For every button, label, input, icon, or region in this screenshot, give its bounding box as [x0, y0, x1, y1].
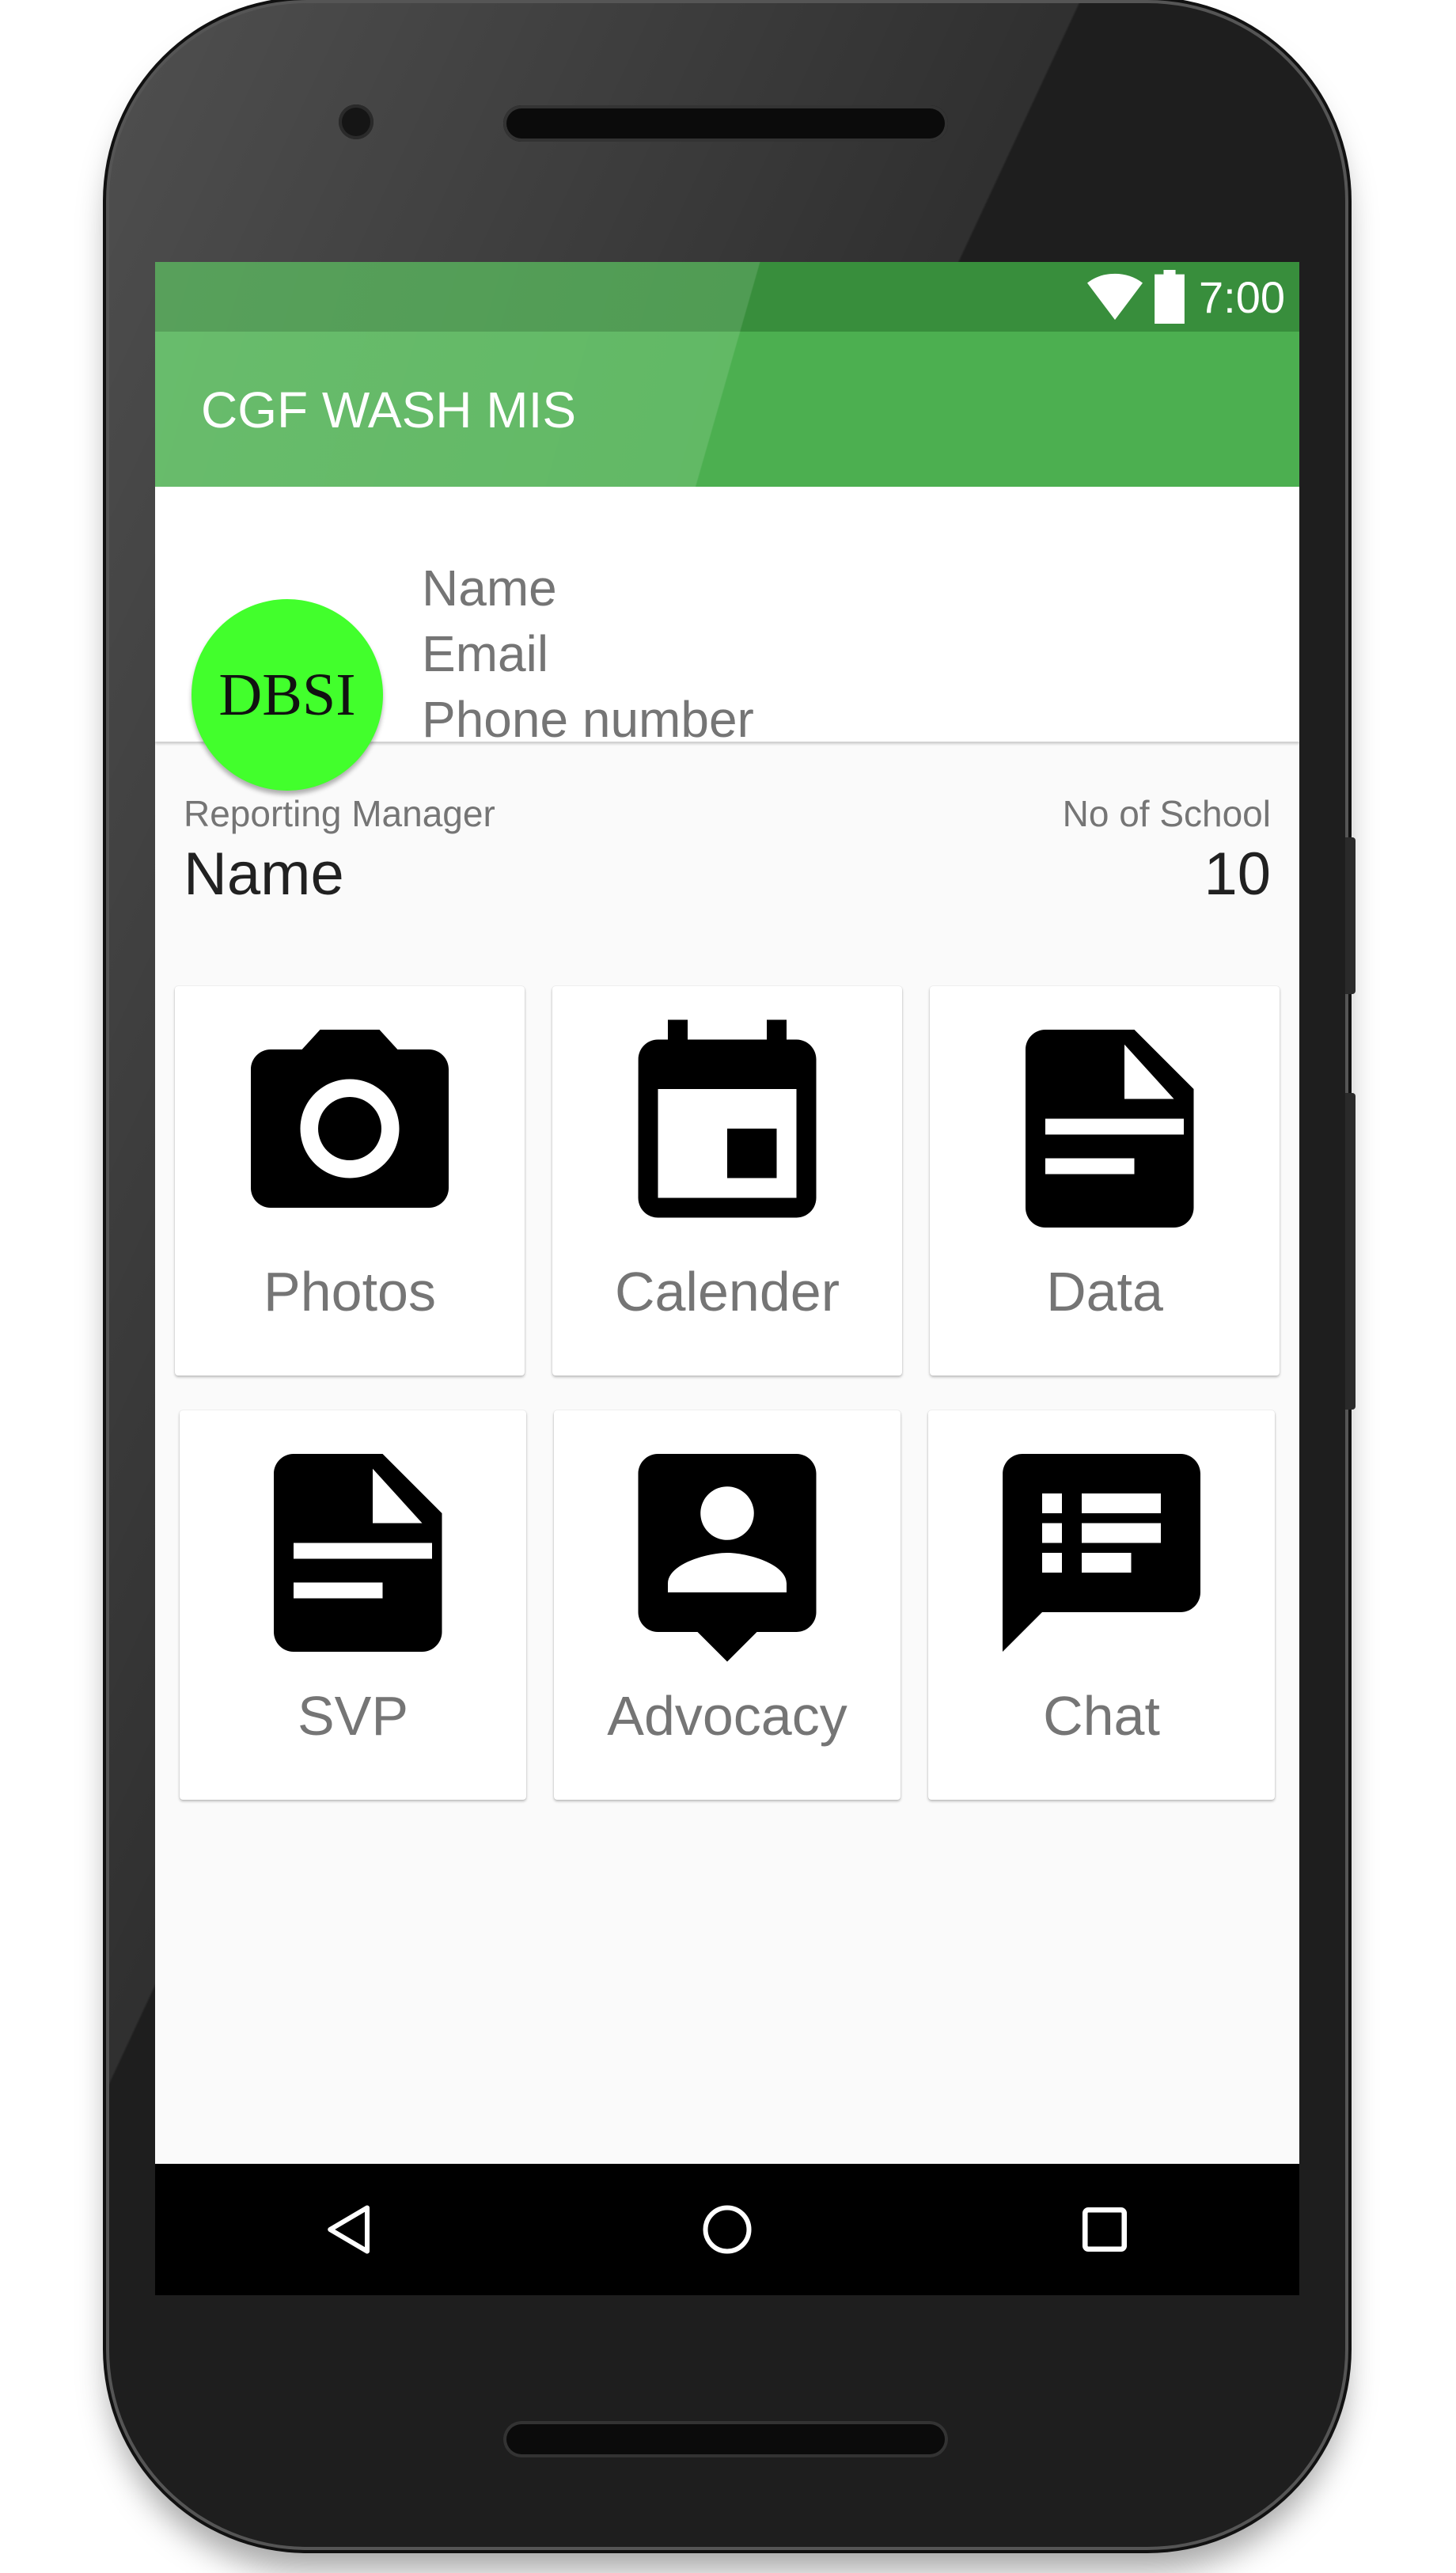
- tile-svp[interactable]: SVP: [180, 1410, 526, 1800]
- back-button-icon[interactable]: [324, 2203, 376, 2256]
- chat-notes-icon: [1003, 1454, 1200, 1652]
- app-bar: CGF WASH MIS: [155, 332, 1299, 487]
- navigation-bar: [155, 2164, 1299, 2295]
- schools-value: 10: [1204, 841, 1271, 908]
- reporting-manager-label: Reporting Manager: [184, 793, 495, 834]
- tile-calender[interactable]: Calender: [552, 986, 902, 1376]
- home-button-icon[interactable]: [701, 2203, 753, 2256]
- camera-icon: [251, 1030, 449, 1208]
- tile-label: Photos: [264, 1261, 436, 1323]
- tile-label: Data: [1046, 1261, 1163, 1323]
- power-button: [1345, 837, 1356, 994]
- wifi-icon: [1087, 273, 1143, 321]
- avatar: DBSI: [191, 599, 383, 791]
- tile-label: Calender: [614, 1261, 840, 1323]
- status-bar: 7:00: [155, 262, 1299, 332]
- battery-icon: [1155, 270, 1185, 324]
- front-camera: [339, 104, 373, 139]
- document-icon: [274, 1454, 442, 1652]
- tile-chat[interactable]: Chat: [928, 1410, 1275, 1800]
- tile-data[interactable]: Data: [930, 986, 1280, 1376]
- tile-label: Chat: [1043, 1685, 1160, 1747]
- top-speaker: [503, 105, 948, 142]
- document-icon: [1026, 1030, 1194, 1228]
- profile-email: Email: [422, 625, 549, 682]
- calendar-icon: [638, 1019, 817, 1218]
- app-title: CGF WASH MIS: [201, 381, 577, 438]
- volume-button: [1345, 1093, 1356, 1410]
- tile-photos[interactable]: Photos: [175, 986, 525, 1376]
- reporting-manager-value: Name: [184, 841, 344, 908]
- tile-label: SVP: [297, 1685, 409, 1747]
- profile-name: Name: [422, 560, 557, 617]
- profile-phone: Phone number: [422, 691, 754, 748]
- tile-label: Advocacy: [607, 1685, 847, 1747]
- recents-button-icon[interactable]: [1079, 2203, 1131, 2256]
- tile-advocacy[interactable]: Advocacy: [554, 1410, 901, 1800]
- person-pin-icon: [638, 1454, 817, 1662]
- bottom-speaker: [503, 2421, 948, 2457]
- screen: 7:00 CGF WASH MIS DBSI Name Email Phone …: [155, 262, 1299, 2295]
- schools-label: No of School: [1062, 793, 1271, 834]
- status-time: 7:00: [1199, 272, 1285, 322]
